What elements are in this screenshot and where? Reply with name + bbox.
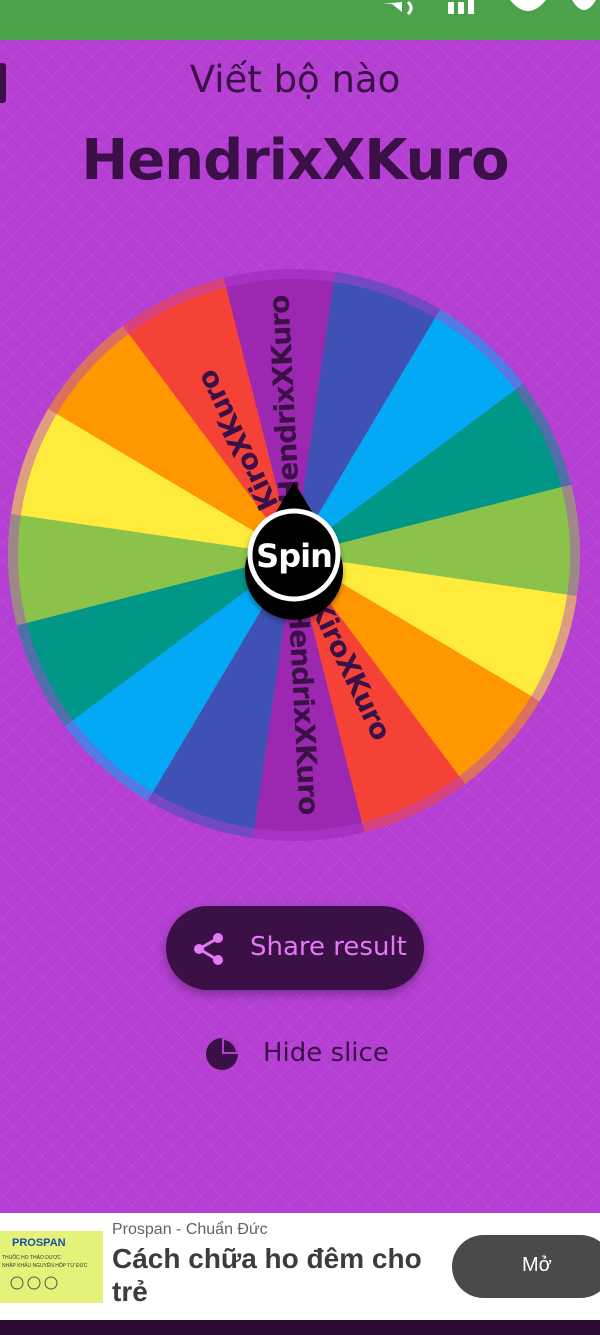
status-bar	[0, 0, 600, 40]
ad-image[interactable]: PROSPAN THUỐC HO THẢO DƯỢC NHẬP KHẨU NGU…	[0, 1231, 103, 1303]
ad-open-button[interactable]: Mở	[452, 1235, 600, 1298]
ad-advertiser: Prospan - Chuẩn Đức	[112, 1221, 268, 1238]
ad-headline[interactable]: Cách chữa ho đêm cho trẻ	[112, 1242, 432, 1308]
ad-image-line: THUỐC HO THẢO DƯỢC	[2, 1255, 62, 1261]
signal-icon	[448, 0, 474, 14]
ad-image-badges-icon	[10, 1276, 58, 1290]
hide-slice-label: Hide slice	[263, 1038, 389, 1068]
share-icon	[194, 933, 223, 965]
spin-wheel[interactable]: HendrixXKuroKiroXKuroHendrixXKuroKiroXKu…	[0, 250, 600, 860]
ad-banner[interactable]: PROSPAN THUỐC HO THẢO DƯỢC NHẬP KHẨU NGU…	[0, 1213, 600, 1320]
ad-image-line: NHẬP KHẨU NGUYÊN HỘP TỪ ĐỨC	[2, 1263, 88, 1269]
pie-chart-icon	[206, 1038, 238, 1070]
spin-result-title: HendrixXKuro	[81, 128, 509, 193]
ad-image-brand: PROSPAN	[12, 1237, 66, 1249]
battery-icon	[572, 0, 596, 10]
share-result-button[interactable]: Share result	[166, 906, 424, 990]
share-result-label: Share result	[250, 932, 407, 962]
wifi-icon	[510, 0, 546, 11]
spin-button-label: Spin	[256, 537, 332, 575]
wheel-subtitle: Viết bộ nào	[189, 58, 401, 101]
navigation-bar	[0, 1320, 600, 1335]
ad-open-label: Mở	[522, 1254, 552, 1276]
volume-icon	[382, 0, 413, 16]
hide-slice-button[interactable]: Hide slice	[204, 1034, 404, 1074]
